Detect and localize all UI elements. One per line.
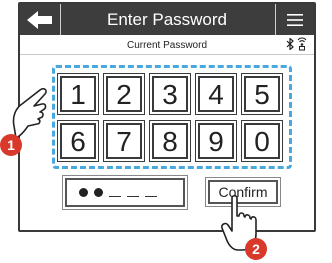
- keypad: 1 2 3 4 5 6 7 8 9 0: [52, 65, 292, 169]
- entered-digit-dot: [94, 188, 103, 197]
- entered-digit-dot: [79, 188, 88, 197]
- key-2[interactable]: 2: [103, 73, 145, 115]
- subtitle: Current Password: [126, 40, 208, 51]
- key-7[interactable]: 7: [103, 120, 145, 162]
- menu-button[interactable]: [275, 4, 314, 35]
- page-title: Enter Password: [107, 10, 227, 29]
- title-bar: Enter Password: [20, 4, 314, 35]
- key-1[interactable]: 1: [57, 73, 99, 115]
- password-field[interactable]: [62, 175, 188, 210]
- key-4[interactable]: 4: [195, 73, 237, 115]
- back-button[interactable]: [20, 4, 61, 35]
- bluetooth-icon: [286, 38, 294, 50]
- hamburger-menu-icon: [287, 13, 303, 26]
- password-screen: Enter Password Current Password 1 2 3 4 …: [18, 2, 316, 232]
- empty-digit-placeholder: [145, 196, 157, 197]
- key-8[interactable]: 8: [149, 120, 191, 162]
- key-0[interactable]: 0: [241, 120, 283, 162]
- arrow-left-icon: [27, 10, 52, 29]
- empty-digit-placeholder: [109, 196, 121, 197]
- key-5[interactable]: 5: [241, 73, 283, 115]
- key-3[interactable]: 3: [149, 73, 191, 115]
- empty-digit-placeholder: [127, 196, 139, 197]
- step-2-badge: 2: [245, 238, 267, 260]
- step-1-badge: 1: [0, 134, 22, 156]
- key-9[interactable]: 9: [195, 120, 237, 162]
- signal-icon: [297, 37, 307, 51]
- status-icons: [286, 37, 308, 51]
- header-divider: [20, 54, 314, 55]
- key-6[interactable]: 6: [57, 120, 99, 162]
